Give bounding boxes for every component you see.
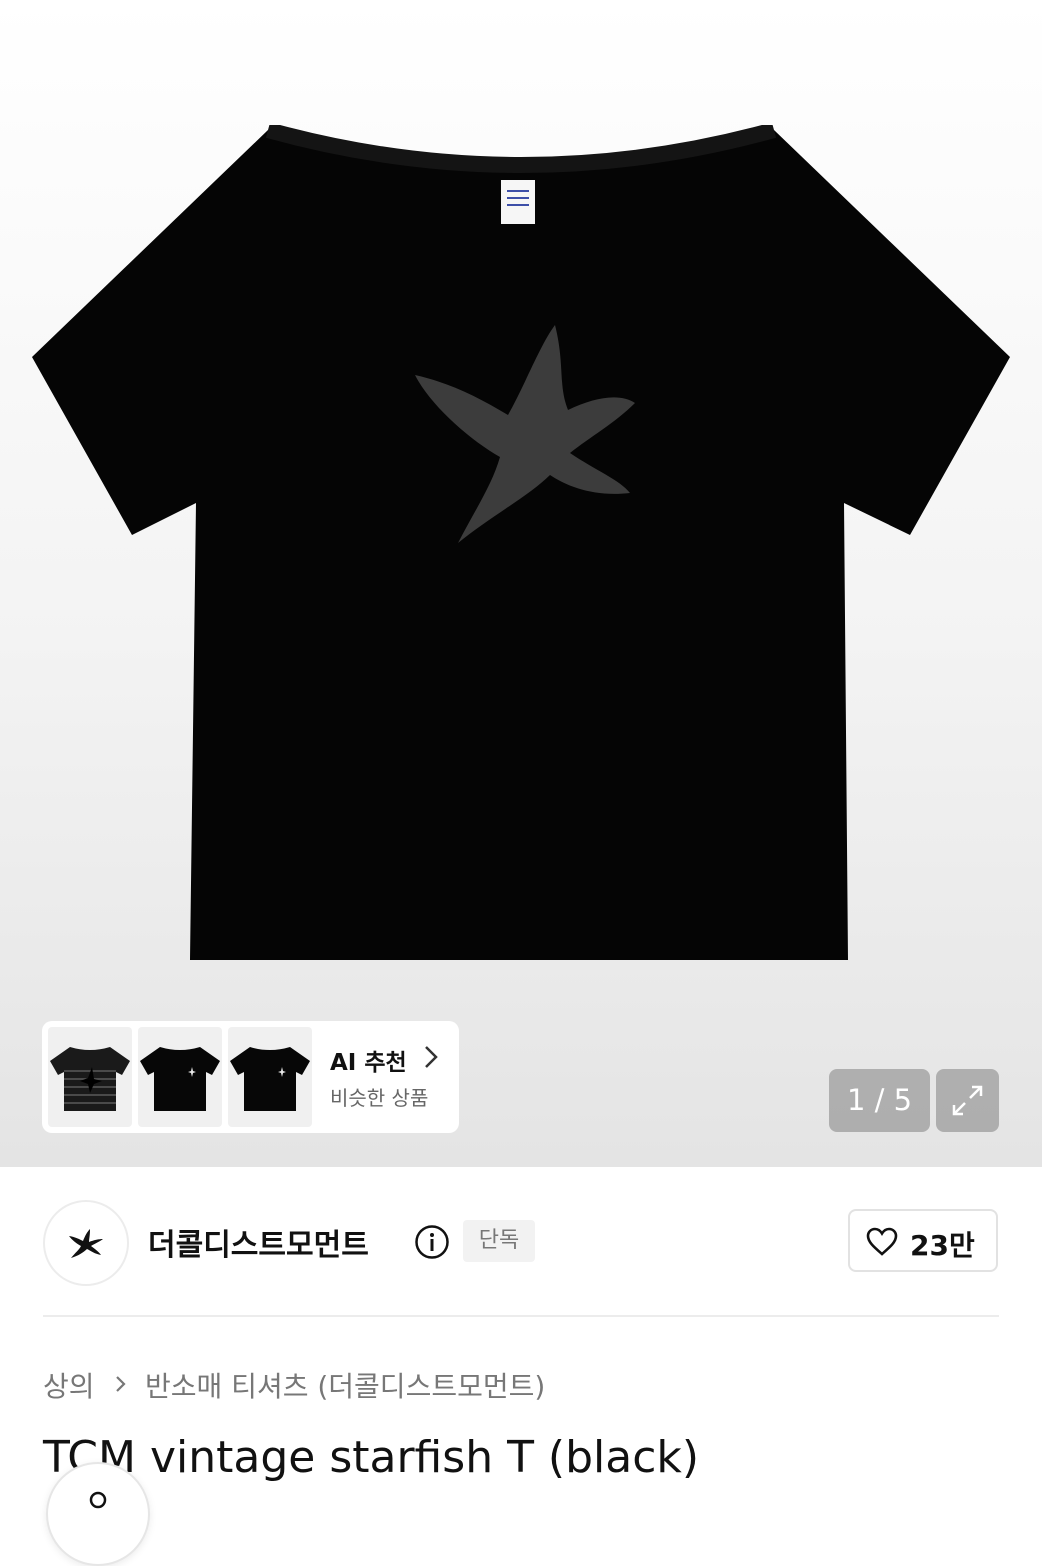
tshirt-shape xyxy=(32,130,1010,960)
brand-logo[interactable] xyxy=(43,1200,129,1286)
starfish-logo-icon xyxy=(69,1229,103,1258)
expand-icon xyxy=(952,1085,983,1116)
product-gallery[interactable]: AI 추천 비슷한 상품 1 / 5 xyxy=(0,0,1042,1167)
breadcrumb-subcategory[interactable]: 반소매 티셔츠 (더콜디스트모먼트) xyxy=(145,1365,545,1405)
info-icon[interactable] xyxy=(414,1224,450,1260)
exclusive-badge: 단독 xyxy=(463,1220,535,1262)
pin-icon xyxy=(89,1491,107,1509)
brand-name[interactable]: 더콜디스트모먼트 xyxy=(148,1220,369,1264)
expand-button[interactable] xyxy=(936,1069,999,1132)
thumbnail-black-tee-logo[interactable] xyxy=(138,1027,222,1127)
like-count: 23만 xyxy=(910,1229,975,1262)
image-counter: 1 / 5 xyxy=(829,1069,930,1132)
product-main-image[interactable] xyxy=(30,125,1012,965)
divider xyxy=(43,1315,999,1317)
neck-label xyxy=(501,180,535,224)
ai-recommend-title[interactable]: AI 추천 xyxy=(330,1043,407,1077)
product-title: TCM vintage starfish T (black) xyxy=(43,1432,700,1483)
floating-action-button[interactable] xyxy=(46,1462,150,1566)
thumbnail-black-tee[interactable] xyxy=(228,1027,312,1127)
chevron-right-icon[interactable] xyxy=(424,1045,438,1069)
heart-icon xyxy=(866,1227,898,1256)
similar-products-panel[interactable] xyxy=(42,1021,459,1133)
thumbnail-striped-tee[interactable] xyxy=(48,1027,132,1127)
like-button[interactable]: 23만 xyxy=(848,1209,998,1272)
chevron-right-icon xyxy=(116,1376,126,1392)
breadcrumb-category[interactable]: 상의 xyxy=(43,1365,95,1405)
ai-recommend-subtitle: 비슷한 상품 xyxy=(330,1086,429,1110)
